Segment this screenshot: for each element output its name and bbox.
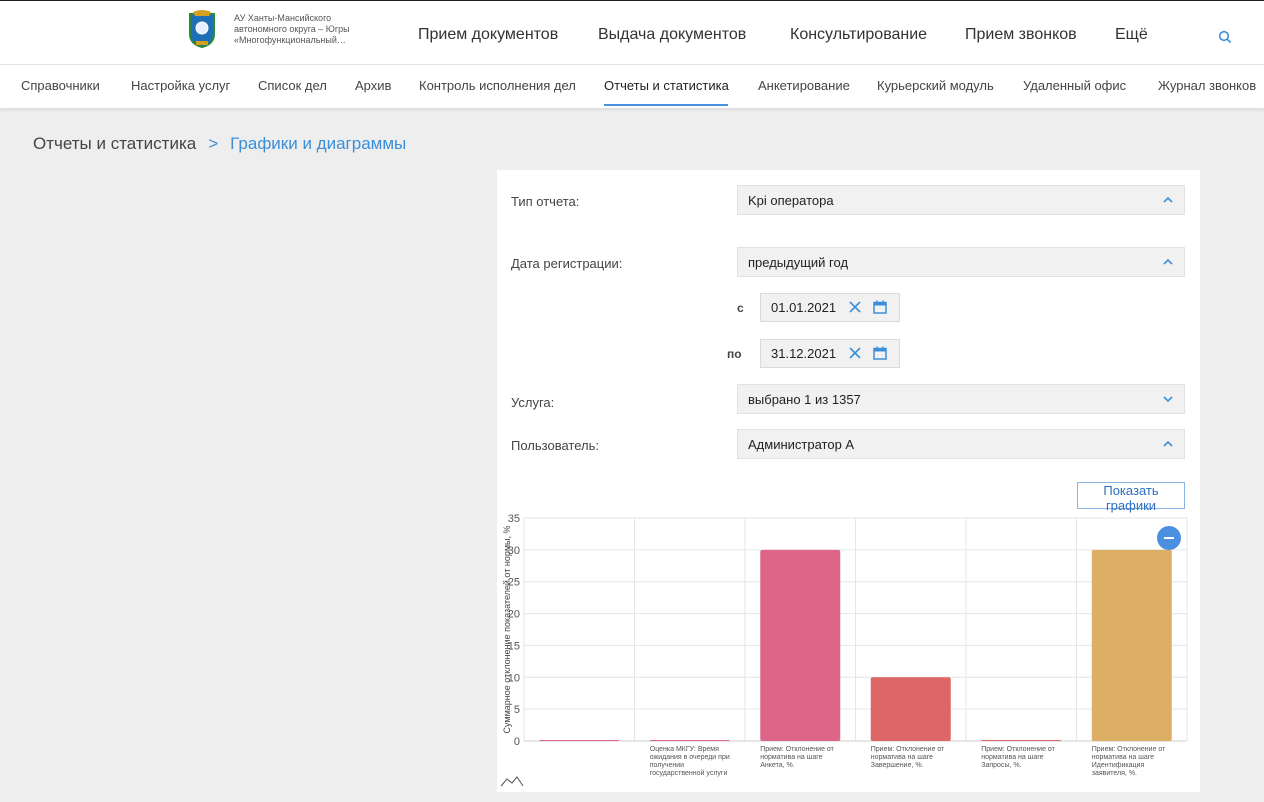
report-panel: Тип отчета: Kpi оператора Дата регистрац… bbox=[497, 170, 1200, 792]
date-from-input[interactable]: 01.01.2021 bbox=[760, 293, 900, 322]
x-tick-label: Прием: Отклонение от норматива на шаге Иде… bbox=[1092, 746, 1166, 777]
zoom-out-button[interactable] bbox=[1157, 526, 1181, 550]
chart-bar bbox=[539, 740, 620, 741]
subnav-surveys[interactable]: Анкетирование bbox=[758, 78, 850, 93]
chart-bar bbox=[649, 740, 730, 741]
date-from-prefix: с bbox=[737, 301, 744, 315]
top-header: АУ Ханты-Мансийского автономного округа … bbox=[0, 0, 1264, 64]
report-type-label: Тип отчета: bbox=[511, 194, 580, 209]
breadcrumb-separator: > bbox=[208, 134, 219, 153]
date-to-input[interactable]: 31.12.2021 bbox=[760, 339, 900, 368]
registration-date-select[interactable]: предыдущий год bbox=[737, 247, 1185, 277]
show-charts-button[interactable]: Показать графики bbox=[1077, 482, 1185, 513]
calendar-icon[interactable] bbox=[873, 300, 887, 314]
chevron-up-icon bbox=[1163, 258, 1173, 265]
nav-consulting[interactable]: Консультирование bbox=[790, 26, 927, 44]
registration-date-label: Дата регистрации: bbox=[511, 256, 623, 271]
nav-document-intake[interactable]: Прием документов bbox=[418, 26, 558, 44]
kpi-bar-chart: 05101520253035Суммарное отклонение показ… bbox=[500, 513, 1188, 787]
organization-name: АУ Ханты-Мансийского автономного округа … bbox=[234, 13, 350, 45]
x-tick-label: Оценка МКГУ: Время ожидания в очереди при… bbox=[650, 746, 730, 777]
y-tick-label: 35 bbox=[508, 513, 520, 525]
user-label: Пользователь: bbox=[511, 438, 599, 453]
clear-icon[interactable] bbox=[849, 301, 861, 313]
chevron-down-icon bbox=[1163, 396, 1173, 403]
nav-calls[interactable]: Прием звонков bbox=[965, 26, 1077, 44]
chart-type-icon bbox=[500, 776, 524, 787]
chart-bar bbox=[760, 549, 841, 741]
subnav-call-log[interactable]: Журнал звонков bbox=[1158, 78, 1256, 93]
chart-bar bbox=[1091, 549, 1172, 741]
active-tab-indicator bbox=[604, 104, 728, 106]
x-tick-label: Прием: Отклонение от норматива на шаге Зап… bbox=[981, 746, 1055, 769]
nav-document-issue[interactable]: Выдача документов bbox=[598, 26, 746, 44]
subnav-execution-control[interactable]: Контроль исполнения дел bbox=[419, 78, 576, 93]
subnav-remote-office[interactable]: Удаленный офис bbox=[1023, 78, 1126, 93]
chevron-up-icon bbox=[1163, 196, 1173, 203]
nav-more[interactable]: Ещё bbox=[1115, 26, 1148, 44]
subnav-archive[interactable]: Архив bbox=[355, 78, 391, 93]
clear-icon[interactable] bbox=[849, 347, 861, 359]
report-type-select[interactable]: Kpi оператора bbox=[737, 185, 1185, 215]
user-select[interactable]: Администратор А bbox=[737, 429, 1185, 459]
subnav-courier[interactable]: Курьерский модуль bbox=[877, 78, 994, 93]
subnav-reports[interactable]: Отчеты и статистика bbox=[604, 78, 729, 93]
breadcrumb-root[interactable]: Отчеты и статистика bbox=[33, 134, 196, 153]
y-axis-label: Суммарное отклонение показателей от норм… bbox=[502, 525, 512, 733]
search-icon[interactable] bbox=[1218, 30, 1232, 44]
chevron-up-icon bbox=[1163, 440, 1173, 447]
y-tick-label: 5 bbox=[514, 704, 520, 716]
breadcrumb: Отчеты и статистика > Графики и диаграммы bbox=[33, 134, 406, 154]
subnav-service-settings[interactable]: Настройка услуг bbox=[131, 78, 230, 93]
chart-bar bbox=[870, 677, 951, 741]
x-tick-label: Прием: Отклонение от норматива на шаге Анк… bbox=[760, 746, 834, 769]
coat-of-arms-logo[interactable] bbox=[187, 10, 217, 48]
breadcrumb-current: Графики и диаграммы bbox=[230, 134, 407, 153]
subnav-case-list[interactable]: Список дел bbox=[258, 78, 327, 93]
service-label: Услуга: bbox=[511, 395, 555, 410]
y-tick-label: 0 bbox=[514, 736, 520, 748]
secondary-nav: Справочники Настройка услуг Список дел А… bbox=[0, 64, 1264, 108]
date-to-prefix: по bbox=[727, 347, 742, 361]
calendar-icon[interactable] bbox=[873, 346, 887, 360]
service-select[interactable]: выбрано 1 из 1357 bbox=[737, 384, 1185, 414]
x-tick-label: Прием: Отклонение от норматива на шаге Зав… bbox=[871, 746, 945, 769]
subnav-directories[interactable]: Справочники bbox=[21, 78, 100, 93]
chart-bar bbox=[981, 740, 1062, 741]
